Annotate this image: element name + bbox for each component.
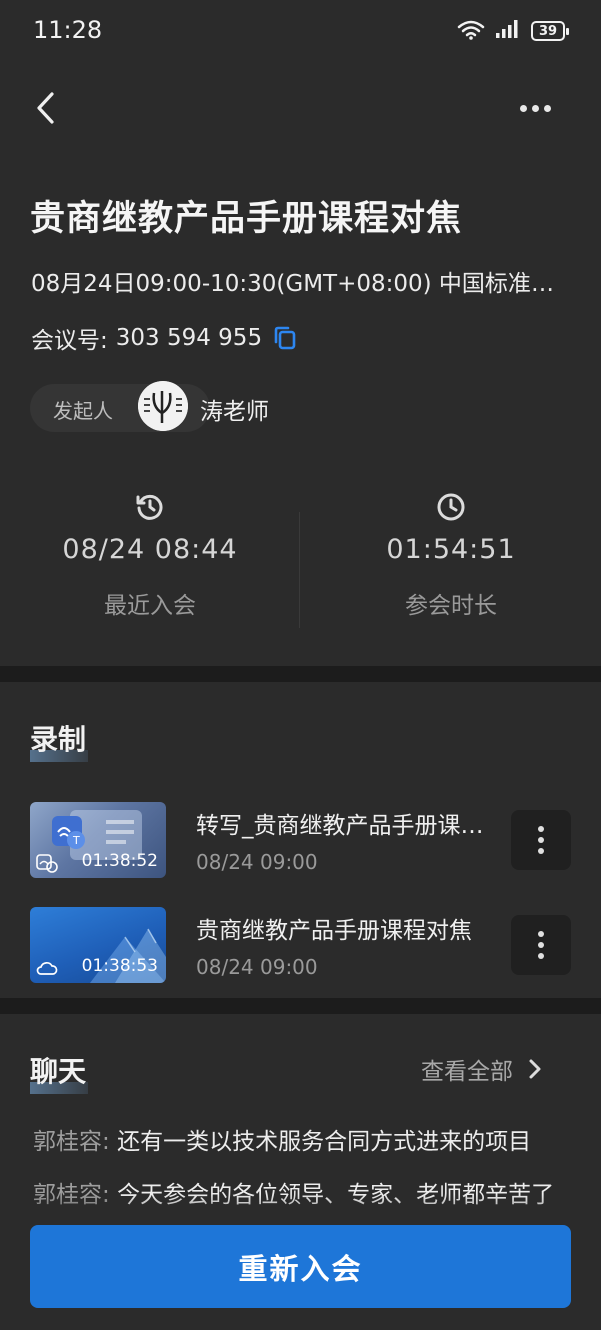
more-vertical-icon	[538, 826, 544, 832]
recording-item[interactable]: 01:38:53 贵商继教产品手册课程对焦 08/24 09:00	[0, 907, 601, 985]
duration-label: 参会时长	[405, 593, 497, 619]
chevron-left-icon	[37, 92, 54, 124]
meeting-title: 贵商继教产品手册课程对焦	[30, 199, 463, 239]
stats-divider	[299, 512, 300, 628]
recording-date: 08/24 09:00	[196, 850, 318, 874]
recording-name: 贵商继教产品手册课程对焦	[196, 918, 472, 944]
recording-duration: 01:38:52	[81, 851, 158, 871]
chat-text: 还有一类以技术服务合同方式进来的项目	[117, 1129, 532, 1155]
recordings-section: 录制 T 01:38:52 转写_贵商继教产品手册课程对焦 08/24 09:0…	[0, 682, 601, 998]
chat-title: 聊天	[30, 1050, 88, 1094]
chevron-right-icon	[529, 1059, 541, 1079]
recording-thumbnail: 01:38:53	[30, 907, 166, 983]
recording-more-button[interactable]	[511, 810, 571, 870]
signal-icon	[495, 19, 521, 43]
more-options-button[interactable]	[510, 90, 560, 126]
status-bar: 11:28 39	[0, 0, 601, 62]
more-horizontal-icon	[519, 104, 527, 112]
host-name: 涛老师	[200, 399, 269, 425]
battery-icon: 39	[531, 21, 569, 41]
wifi-icon	[457, 18, 485, 44]
copy-icon[interactable]	[272, 324, 298, 352]
transcript-icon	[36, 854, 58, 873]
host-label: 发起人	[53, 399, 113, 423]
view-all-chat-link[interactable]: 查看全部	[421, 1052, 543, 1086]
cloud-icon	[36, 962, 58, 975]
recordings-title: 录制	[30, 718, 88, 762]
last-join-value: 08/24 08:44	[62, 534, 238, 565]
svg-text:T: T	[72, 834, 80, 847]
recording-more-button[interactable]	[511, 915, 571, 975]
recording-thumbnail: T 01:38:52	[30, 802, 166, 878]
more-vertical-icon	[538, 931, 544, 937]
meeting-id-label: 会议号:	[31, 328, 108, 354]
last-join-stat: 08/24 08:44 最近入会	[0, 492, 300, 628]
meeting-stats: 08/24 08:44 最近入会 01:54:51 参会时长	[0, 492, 601, 628]
meeting-id-value: 303 594 955	[115, 325, 263, 351]
last-join-label: 最近入会	[104, 593, 196, 619]
chat-sender: 郭桂容:	[33, 1129, 110, 1155]
recording-date: 08/24 09:00	[196, 955, 318, 979]
duration-value: 01:54:51	[386, 534, 516, 565]
duration-stat: 01:54:51 参会时长	[301, 492, 601, 628]
host-row: 发起人 涛老师	[30, 381, 310, 433]
history-clock-icon	[136, 494, 163, 520]
status-time: 11:28	[33, 16, 103, 44]
rejoin-button[interactable]: 重新入会	[30, 1225, 571, 1308]
meeting-time-range: 08月24日09:00-10:30(GMT+08:00) 中国标准时间	[31, 271, 561, 297]
recording-duration: 01:38:53	[81, 956, 158, 976]
clock-icon	[437, 493, 465, 521]
meeting-id-row: 会议号: 303 594 955	[31, 321, 298, 355]
host-avatar	[138, 381, 188, 431]
recording-name: 转写_贵商继教产品手册课程对焦	[196, 813, 496, 839]
recording-item[interactable]: T 01:38:52 转写_贵商继教产品手册课程对焦 08/24 09:00	[0, 802, 601, 880]
chat-message: 郭桂容: 还有一类以技术服务合同方式进来的项目	[33, 1122, 573, 1156]
back-button[interactable]	[28, 86, 68, 130]
